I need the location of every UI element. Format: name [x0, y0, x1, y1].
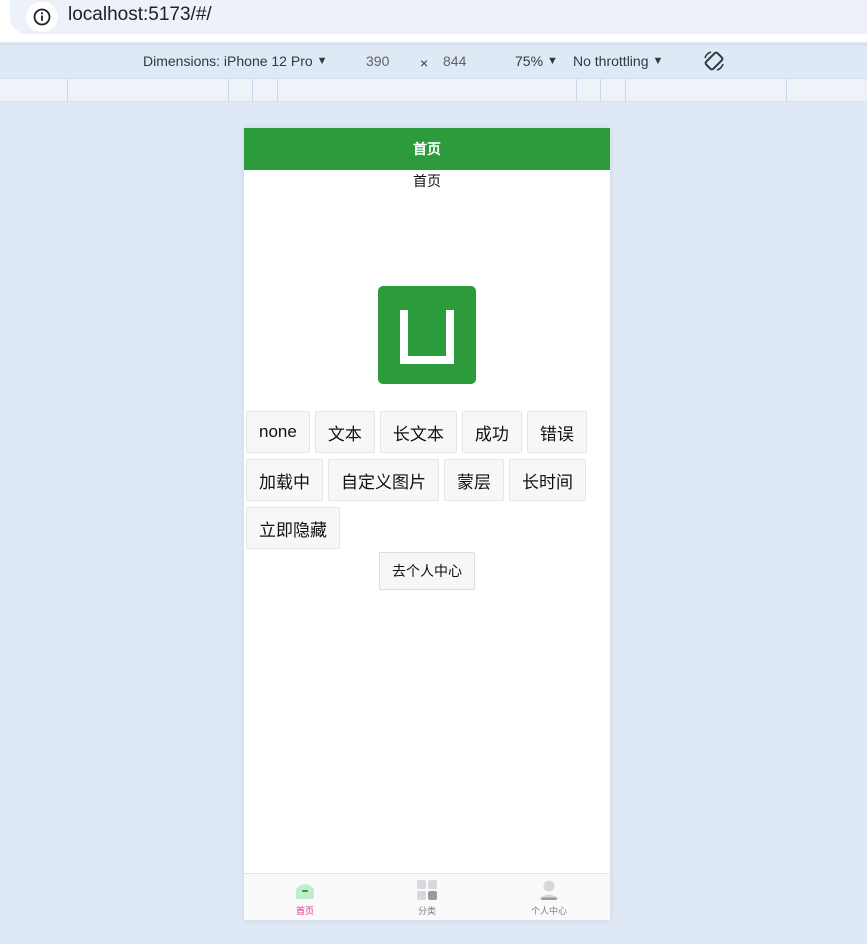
- go-to-profile-button[interactable]: 去个人中心: [379, 552, 475, 590]
- uni-app-logo-icon: [378, 286, 476, 384]
- site-info-icon[interactable]: [26, 2, 58, 32]
- tab-category-label: 分类: [417, 906, 436, 916]
- toast-loading-button[interactable]: 加载中: [246, 459, 323, 501]
- tab-profile[interactable]: 个人中心: [488, 874, 610, 920]
- dimensions-dropdown[interactable]: Dimensions: iPhone 12 Pro ▼: [143, 53, 328, 69]
- toast-hide-now-button[interactable]: 立即隐藏: [246, 507, 340, 549]
- width-input[interactable]: 390: [366, 53, 389, 69]
- caret-down-icon: ▼: [316, 55, 328, 67]
- tab-profile-label: 个人中心: [530, 906, 567, 916]
- toast-error-button[interactable]: 错误: [526, 411, 587, 453]
- browser-address-bar: localhost:5173/#/: [0, 0, 867, 42]
- toast-mask-button[interactable]: 蒙层: [444, 459, 504, 501]
- toast-long-duration-button[interactable]: 长时间: [509, 459, 586, 501]
- media-query-bar: [0, 78, 867, 102]
- bottom-tab-bar: 首页 分类 个人中心: [244, 873, 610, 920]
- home-icon: [294, 879, 316, 901]
- toast-long-text-button[interactable]: 长文本: [379, 411, 457, 453]
- caret-down-icon: ▼: [652, 55, 664, 67]
- zoom-dropdown[interactable]: 75% ▼: [515, 53, 558, 69]
- toast-success-button[interactable]: 成功: [461, 411, 522, 453]
- app-navbar: 首页: [244, 128, 610, 170]
- tab-home[interactable]: 首页: [244, 874, 366, 920]
- rotate-icon[interactable]: [702, 49, 726, 73]
- throttling-label: No throttling: [573, 53, 649, 69]
- user-icon: [538, 879, 560, 901]
- tab-category[interactable]: 分类: [366, 874, 488, 920]
- tab-home-label: 首页: [295, 906, 314, 916]
- toast-none-button[interactable]: none: [246, 411, 310, 453]
- device-viewport: 首页 首页 none 文本 长文本 成功 错误 加载中 自定义图片 蒙层 长时间…: [244, 128, 610, 920]
- times-sign: ×: [420, 55, 429, 71]
- height-input[interactable]: 844: [443, 53, 466, 69]
- toast-text-button[interactable]: 文本: [314, 411, 375, 453]
- category-icon: [416, 879, 438, 901]
- caret-down-icon: ▼: [547, 55, 558, 67]
- throttling-dropdown[interactable]: No throttling ▼: [573, 53, 663, 69]
- dimensions-label: Dimensions: iPhone 12 Pro: [143, 53, 313, 69]
- toast-button-group: none 文本 长文本 成功 错误 加载中 自定义图片 蒙层 长时间 立即隐藏: [246, 411, 608, 549]
- navbar-title: 首页: [413, 141, 441, 157]
- toast-custom-image-button[interactable]: 自定义图片: [328, 459, 439, 501]
- zoom-label: 75%: [515, 53, 544, 69]
- device-toolbar: Dimensions: iPhone 12 Pro ▼ 390 × 844 75…: [0, 44, 867, 78]
- page-title: 首页: [413, 173, 441, 189]
- url-text[interactable]: localhost:5173/#/: [68, 4, 212, 26]
- omnibox[interactable]: localhost:5173/#/: [10, 0, 867, 34]
